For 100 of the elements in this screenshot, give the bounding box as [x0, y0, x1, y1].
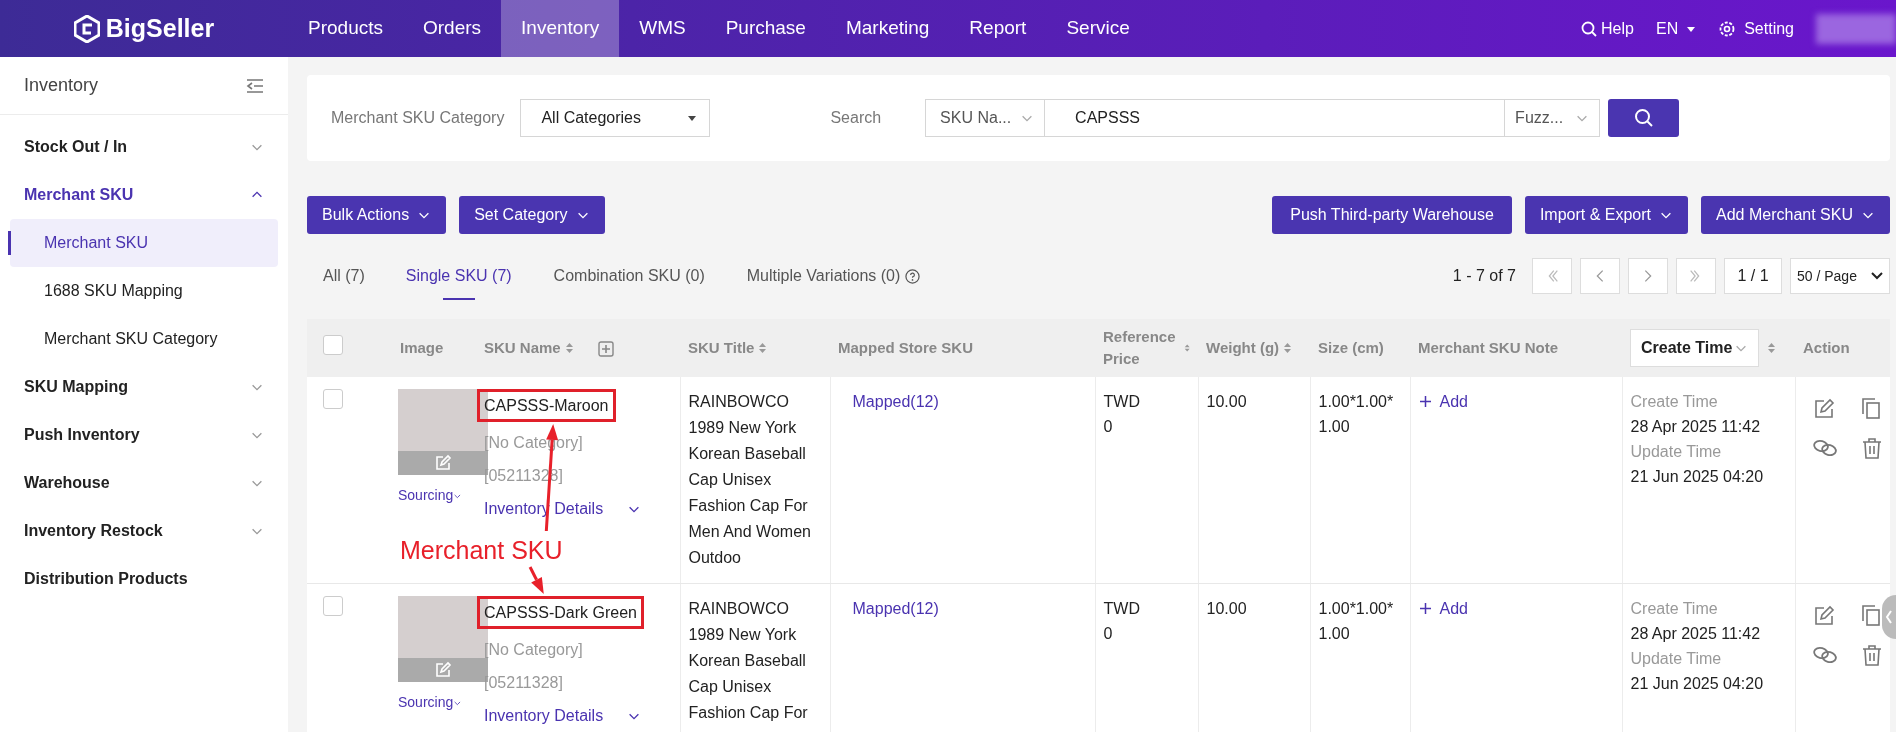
tab[interactable]: Combination SKU (0) — [553, 256, 705, 296]
column-header: Size (cm) — [1318, 337, 1384, 358]
plus-icon — [1418, 395, 1432, 408]
sidebar-group[interactable]: Inventory Restock — [0, 507, 288, 555]
sidebar-group[interactable]: Merchant SKU — [0, 171, 288, 219]
reference-price: 0 — [1103, 624, 1114, 644]
nav-item[interactable]: Orders — [403, 0, 502, 57]
dropdown-button[interactable]: Bulk Actions — [307, 196, 447, 234]
action-button[interactable]: Import & Export — [1524, 196, 1689, 234]
sidebar-item[interactable]: 1688 SKU Mapping — [10, 267, 278, 315]
sourcing-link[interactable]: Sourcing — [398, 690, 454, 715]
sidebar-group[interactable]: Warehouse — [0, 459, 288, 507]
category-select[interactable]: All Categories — [520, 99, 711, 137]
chevron-icon — [1871, 271, 1883, 281]
nav-item[interactable]: Marketing — [825, 0, 950, 57]
collapse-icon[interactable] — [246, 77, 264, 94]
nav-item[interactable]: Inventory — [501, 0, 620, 57]
sku-title: RAINBOWCO 1989 New York Korean Baseball Cap Unisex Fashion Cap For Men And Women Outdoo — [688, 393, 811, 566]
search-label: Search — [830, 108, 882, 128]
column-header: Action — [1803, 337, 1850, 358]
sidebar-item[interactable]: Merchant SKU — [10, 219, 278, 267]
mapped-link[interactable]: Mapped(12) — [852, 600, 939, 617]
sidebar-title: Inventory — [24, 74, 99, 97]
nav-item[interactable]: WMS — [619, 0, 706, 57]
column-header: Merchant SKU Note — [1418, 337, 1559, 358]
column-header: Mapped Store SKU — [838, 337, 973, 358]
gear-icon — [1718, 19, 1737, 38]
first-page-button[interactable] — [1532, 258, 1572, 294]
mapped-link[interactable]: Mapped(12) — [852, 393, 939, 410]
sort-icon[interactable] — [1283, 341, 1293, 355]
next-page-button[interactable] — [1628, 258, 1668, 294]
select-all-checkbox[interactable] — [323, 334, 343, 355]
add-note-link[interactable]: Add — [1418, 389, 1468, 414]
tab[interactable]: All (7) — [323, 256, 365, 296]
action-button[interactable]: Push Third-party Warehouse — [1272, 196, 1512, 234]
weight: 10.00 — [1206, 600, 1247, 617]
row-checkbox[interactable] — [323, 389, 343, 409]
size: 1.00*1.00*1.00 — [1318, 393, 1394, 435]
caret-icon — [687, 114, 698, 122]
link-icon[interactable] — [1811, 644, 1838, 666]
sku-name: CAPSSS-Dark Green — [477, 596, 644, 629]
dropdown-button[interactable]: Set Category — [459, 196, 605, 234]
search-button[interactable] — [1608, 99, 1680, 137]
side-panel-toggle[interactable] — [1882, 595, 1896, 639]
reference-price: 0 — [1103, 417, 1114, 437]
currency: TWD — [1103, 599, 1141, 619]
last-page-button[interactable] — [1676, 258, 1716, 294]
nav-item[interactable]: Products — [288, 0, 403, 57]
nav-item[interactable]: Service — [1046, 0, 1150, 57]
logo-text[interactable]: BigSeller — [105, 9, 215, 48]
search-input[interactable]: CAPSSS — [1045, 99, 1506, 137]
user-avatar[interactable] — [1816, 13, 1896, 44]
sidebar-group[interactable]: SKU Mapping — [0, 363, 288, 411]
nav-item[interactable]: Purchase — [705, 0, 826, 57]
search-field-select[interactable]: SKU Na... — [925, 99, 1046, 137]
column-header: Weight (g) — [1206, 337, 1280, 358]
sort-icon[interactable] — [758, 341, 768, 355]
column-header: Reference Price — [1103, 327, 1177, 369]
inventory-details-link[interactable]: Inventory Details — [484, 703, 604, 728]
search-icon — [1581, 20, 1598, 37]
update-time-label: Update Time — [1630, 649, 1723, 669]
setting-link[interactable]: Setting — [1744, 16, 1794, 41]
copy-icon[interactable] — [1859, 397, 1882, 421]
sku-category: [No Category] — [484, 640, 584, 660]
sku-code: [05211328] — [484, 673, 564, 693]
trash-icon[interactable] — [1861, 437, 1882, 459]
sidebar-group[interactable]: Push Inventory — [0, 411, 288, 459]
sourcing-link[interactable]: Sourcing — [398, 483, 454, 508]
prev-page-button[interactable] — [1580, 258, 1620, 294]
time-type-select[interactable]: Create Time — [1630, 329, 1760, 367]
sku-title: RAINBOWCO 1989 New York Korean Baseball Cap Unisex Fashion Cap For — [688, 600, 808, 721]
edit-icon — [434, 454, 452, 472]
match-mode-select[interactable]: Fuzz... — [1505, 99, 1601, 137]
help-link[interactable]: Help — [1601, 16, 1634, 41]
action-button[interactable]: Add Merchant SKU — [1701, 196, 1890, 234]
sort-icon[interactable] — [564, 341, 574, 355]
tab[interactable]: Multiple Variations (0) — [746, 256, 901, 296]
annotation-label: Merchant SKU — [400, 535, 563, 565]
column-header: Image — [400, 337, 444, 358]
language-select[interactable]: EN — [1655, 16, 1679, 41]
update-time: 21 Jun 2025 04:20 — [1630, 674, 1765, 694]
link-icon[interactable] — [1811, 437, 1838, 459]
copy-icon[interactable] — [1859, 604, 1882, 628]
expand-icon[interactable] — [597, 340, 614, 357]
page-size-select[interactable]: 50 / Page — [1790, 258, 1890, 294]
sort-icon[interactable] — [1767, 341, 1777, 355]
row-checkbox[interactable] — [323, 596, 343, 616]
nav-item[interactable]: Report — [949, 0, 1047, 57]
column-header: SKU Title — [688, 337, 755, 358]
add-note-link[interactable]: Add — [1418, 596, 1468, 621]
edit-icon — [434, 661, 452, 679]
sidebar-item[interactable]: Merchant SKU Category — [10, 315, 278, 363]
category-label: Merchant SKU Category — [331, 108, 505, 128]
sidebar-item[interactable]: Distribution Products — [0, 555, 288, 603]
trash-icon[interactable] — [1861, 644, 1882, 666]
sidebar-group[interactable]: Stock Out / In — [0, 123, 288, 171]
create-time-label: Create Time — [1630, 599, 1719, 619]
page-input[interactable]: 1 / 1 — [1724, 258, 1782, 294]
plus-icon — [1418, 602, 1432, 615]
logo-icon — [73, 14, 100, 43]
